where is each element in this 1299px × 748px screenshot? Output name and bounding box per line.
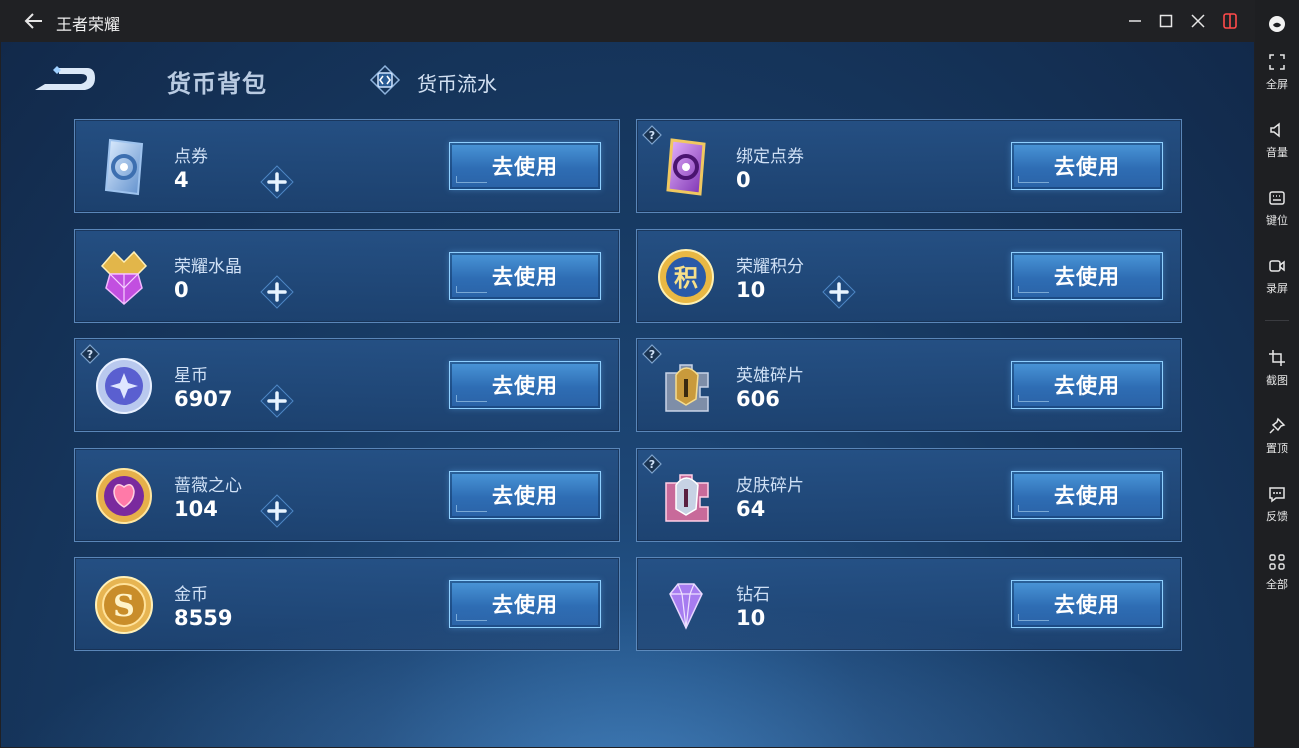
svg-text:积: 积: [674, 264, 698, 292]
sidebar-item-feedback[interactable]: 反馈: [1255, 484, 1299, 524]
maximize-icon[interactable]: [1156, 11, 1176, 31]
use-button[interactable]: 去使用: [1011, 142, 1163, 190]
use-button[interactable]: 去使用: [1011, 361, 1163, 409]
sidebar-item-label: 全部: [1266, 578, 1288, 591]
currency-name: 蔷薇之心: [174, 475, 242, 496]
skin-fragment-icon: [665, 473, 709, 522]
volume-icon: [1270, 122, 1280, 138]
currency-card: S 金币 8559 去使用: [74, 557, 620, 651]
currency-card: ? 星币 6907 去使用: [74, 338, 620, 432]
add-icon[interactable]: [259, 493, 295, 529]
currency-amount: 64: [736, 496, 766, 521]
sidebar-item-pin[interactable]: 置顶: [1255, 416, 1299, 456]
sidebar-item-volume[interactable]: 音量: [1255, 120, 1299, 160]
currency-amount: 0: [174, 277, 189, 302]
pin-icon: [1269, 417, 1286, 434]
sidebar-toggle-icon[interactable]: [1220, 11, 1240, 31]
keyboard-icon: [1269, 191, 1285, 205]
window-title: 王者荣耀: [56, 15, 121, 34]
sidebar-item-label: 音量: [1266, 146, 1288, 159]
star-coin-icon: [96, 358, 152, 414]
crop-icon: [1269, 350, 1285, 366]
use-button[interactable]: 去使用: [449, 142, 601, 190]
currency-amount: 4: [174, 168, 189, 192]
sidebar-item-fullscreen[interactable]: 全屏: [1255, 52, 1299, 92]
currency-card: 点券 4 去使用: [74, 119, 620, 213]
currency-amount: 0: [736, 168, 751, 192]
add-icon[interactable]: [259, 274, 295, 310]
use-button[interactable]: 去使用: [1011, 470, 1163, 519]
add-icon[interactable]: [259, 383, 295, 419]
use-button[interactable]: 去使用: [449, 580, 601, 628]
currency-card: ? 皮肤碎片 64 去使用: [636, 447, 1182, 542]
sidebar-item-crop[interactable]: 截图: [1255, 348, 1299, 388]
currency-flow-icon[interactable]: [369, 64, 401, 96]
feedback-icon: [1269, 487, 1285, 503]
voucher-icon: [104, 138, 144, 196]
glory-crystal-icon: [100, 250, 148, 305]
sidebar-item-label: 录屏: [1266, 282, 1288, 295]
currency-card: 钻石 10 去使用: [636, 557, 1182, 651]
currency-card: 荣耀水晶 0 去使用: [74, 228, 620, 323]
tab-currency-bag[interactable]: 货币背包: [167, 64, 267, 99]
currency-card: ? 英雄碎片 606 去使用: [636, 338, 1182, 432]
add-icon[interactable]: [259, 164, 295, 200]
currency-name: 荣耀水晶: [174, 256, 242, 277]
currency-name: 荣耀积分: [736, 256, 804, 277]
sidebar-item-label: 反馈: [1266, 510, 1288, 523]
sidebar-divider: [1265, 320, 1289, 321]
emulator-sidebar: 全屏音量键位录屏截图置顶反馈全部: [1255, 0, 1299, 748]
record-icon: [1269, 260, 1285, 272]
apps-icon: [1269, 554, 1285, 570]
diamond-icon: [669, 583, 703, 630]
use-button[interactable]: 去使用: [449, 361, 601, 409]
bound-voucher-icon: [666, 138, 706, 196]
rose-heart-icon: [96, 467, 152, 524]
currency-name: 星币: [174, 366, 208, 386]
close-icon[interactable]: [1188, 11, 1208, 31]
currency-amount: 104: [174, 496, 218, 521]
currency-amount: 606: [736, 387, 780, 411]
fullscreen-icon: [1269, 54, 1285, 70]
hero-fragment-icon: [665, 364, 709, 412]
sidebar-item-label: 键位: [1266, 214, 1288, 227]
svg-text:S: S: [113, 589, 135, 624]
glory-points-icon: 积: [658, 248, 714, 305]
use-button[interactable]: 去使用: [449, 251, 601, 300]
currency-amount: 10: [736, 606, 766, 630]
tab-currency-flow[interactable]: 货币流水: [417, 68, 497, 97]
game-screen: 货币背包 货币流水 点券 4 去使用? 绑定点券 0 去使用 荣耀水晶 0 去使用积荣耀积分 10…: [1, 42, 1254, 747]
currency-amount: 8559: [174, 606, 233, 630]
sidebar-item-record[interactable]: 录屏: [1255, 256, 1299, 296]
currency-name: 英雄碎片: [736, 366, 804, 386]
use-button[interactable]: 去使用: [1011, 251, 1163, 300]
use-button[interactable]: 去使用: [449, 470, 601, 519]
app-logo-icon: [1269, 16, 1285, 32]
gold-coin-icon: S: [95, 576, 153, 634]
currency-name: 金币: [174, 585, 208, 605]
currency-name: 钻石: [736, 585, 770, 605]
currency-name: 绑定点券: [736, 147, 804, 167]
currency-name: 点券: [174, 147, 208, 167]
currency-card: 积 荣耀积分 10 去使用: [636, 228, 1182, 323]
currency-amount: 10: [736, 277, 766, 302]
sidebar-item-apps[interactable]: 全部: [1255, 552, 1299, 592]
use-button[interactable]: 去使用: [1011, 580, 1163, 628]
game-back-icon[interactable]: [31, 62, 97, 98]
currency-card: 蔷薇之心 104 去使用: [74, 447, 620, 542]
sidebar-item-label: 置顶: [1266, 442, 1288, 455]
back-arrow-icon[interactable]: [22, 9, 46, 33]
title-bar: 王者荣耀: [0, 0, 1255, 42]
currency-card: ? 绑定点券 0 去使用: [636, 119, 1182, 213]
add-icon[interactable]: [821, 274, 857, 310]
minimize-icon[interactable]: [1125, 11, 1145, 31]
sidebar-item-label: 截图: [1266, 374, 1288, 387]
currency-amount: 6907: [174, 387, 233, 411]
sidebar-item-keyboard[interactable]: 键位: [1255, 188, 1299, 228]
currency-name: 皮肤碎片: [736, 475, 804, 496]
sidebar-item-label: 全屏: [1266, 78, 1288, 91]
